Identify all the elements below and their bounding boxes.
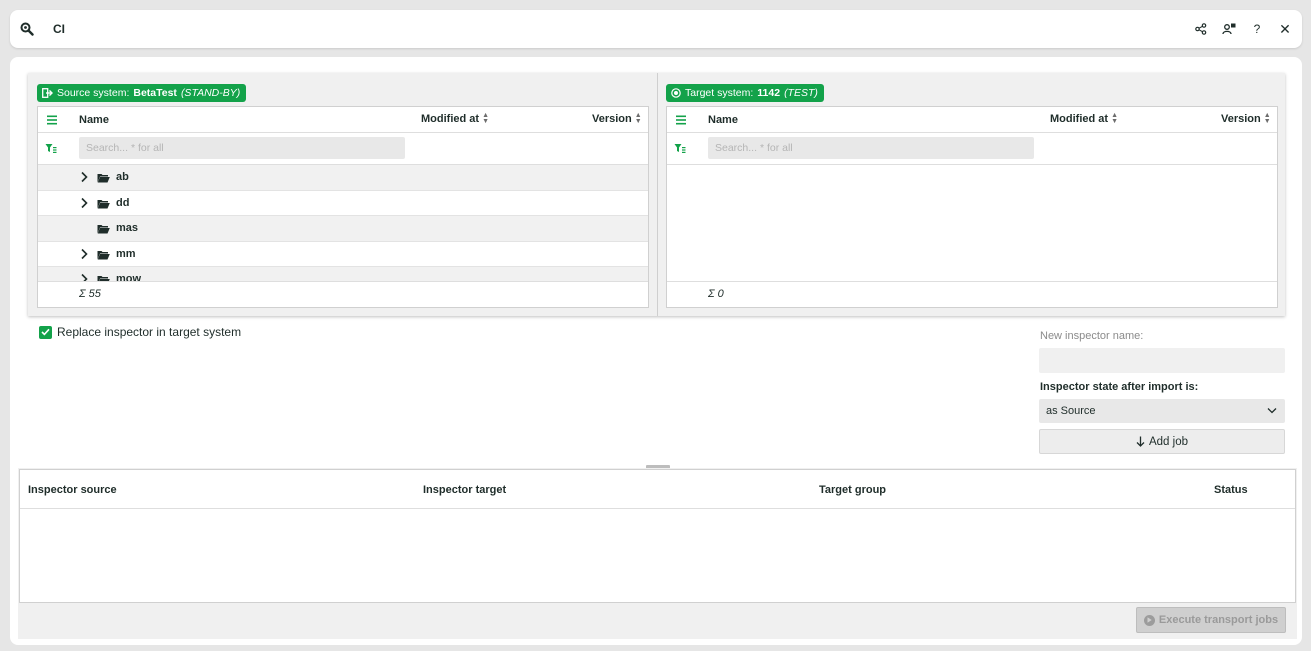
new-inspector-name-label: New inspector name: <box>1040 330 1144 342</box>
source-system-badge: Source system: BetaTest (STAND-BY) <box>37 84 247 102</box>
column-header-inspector-target[interactable]: Inspector target <box>423 484 506 496</box>
chevron-down-icon <box>1267 408 1277 414</box>
target-sum: Σ 0 <box>708 288 724 300</box>
column-header-version[interactable]: Version ▲ ▼ <box>592 112 642 125</box>
inspector-state-select[interactable]: as Source <box>1039 399 1285 423</box>
target-badge-label: Target system: <box>685 87 754 99</box>
chevron-right-icon[interactable] <box>80 197 88 209</box>
chevron-right-icon[interactable] <box>80 273 88 281</box>
page-title: CI <box>53 22 65 36</box>
sort-icon[interactable]: ▲ ▼ <box>482 112 489 125</box>
source-pane: Source system: BetaTest (STAND-BY) Name … <box>28 73 657 316</box>
tree-row[interactable]: mow <box>38 267 648 281</box>
column-header-name[interactable]: Name <box>708 114 738 126</box>
header-bar: CI ? ✕ <box>10 10 1302 48</box>
exit-icon <box>42 88 53 98</box>
sort-icon[interactable]: ▲ ▼ <box>635 112 642 125</box>
column-header-version[interactable]: Version ▲ ▼ <box>1221 112 1271 125</box>
source-grid: Name Modified at▲▼ Version▲▼ ab dd mas mm mo… <box>37 106 649 308</box>
tree-row[interactable]: ab <box>38 165 648 191</box>
add-job-button[interactable]: Add job <box>1039 429 1285 454</box>
close-icon[interactable]: ✕ <box>1276 20 1294 38</box>
user-settings-icon[interactable] <box>1220 20 1238 38</box>
folder-open-icon <box>97 225 110 234</box>
column-header-status[interactable]: Status <box>1214 484 1248 496</box>
replace-label: Replace inspector in target system <box>57 325 242 339</box>
filter-icon[interactable] <box>674 143 686 155</box>
column-header-target-group[interactable]: Target group <box>819 484 886 496</box>
tree-row-label: mas <box>116 222 139 235</box>
target-pane: Target system: 1142 (TEST) Name Modified… <box>658 73 1285 316</box>
target-filter-row <box>667 133 1277 165</box>
target-system-badge: Target system: 1142 (TEST) <box>666 84 824 102</box>
tree-row[interactable]: mm <box>38 242 648 268</box>
replace-inspector-option[interactable]: Replace inspector in target system <box>39 325 241 339</box>
execute-transport-jobs-button[interactable]: Execute transport jobs <box>1136 607 1286 633</box>
play-icon <box>1143 614 1155 626</box>
jobs-area: Inspector source Inspector target Target… <box>18 468 1297 639</box>
source-system-state: (STAND-BY) <box>180 87 241 99</box>
column-menu-icon[interactable] <box>46 114 58 126</box>
new-inspector-name-input[interactable] <box>1039 348 1285 373</box>
filter-icon[interactable] <box>45 143 57 155</box>
column-header-inspector-source[interactable]: Inspector source <box>28 484 117 496</box>
column-header-name[interactable]: Name <box>79 114 109 126</box>
search-icon[interactable] <box>20 22 34 36</box>
target-system-state: (TEST) <box>784 87 818 99</box>
source-system-name: BetaTest <box>133 87 177 99</box>
source-sum: Σ 55 <box>79 288 101 300</box>
folder-open-icon <box>97 250 110 260</box>
folder-open-icon <box>97 174 110 183</box>
column-header-modified[interactable]: Modified at ▲ ▼ <box>421 112 489 125</box>
target-grid: Name Modified at▲▼ Version▲▼ Σ 0 <box>666 106 1278 308</box>
add-job-label: Add job <box>1148 435 1188 448</box>
source-tree: ab dd mas mm mow <box>38 165 648 281</box>
tree-row-label: ab <box>116 171 129 183</box>
folder-open-icon <box>97 199 110 209</box>
systems-area: Source system: BetaTest (STAND-BY) Name … <box>28 73 1285 316</box>
inspector-state-value: as Source <box>1046 405 1096 417</box>
header-actions: ? ✕ <box>1192 20 1294 38</box>
source-badge-label: Source system: <box>57 87 130 99</box>
jobs-table-header: Inspector source Inspector target Target… <box>20 470 1295 509</box>
main-panel: Source system: BetaTest (STAND-BY) Name … <box>10 57 1302 645</box>
tree-row-label: dd <box>116 196 130 209</box>
jobs-table: Inspector source Inspector target Target… <box>19 469 1296 603</box>
target-grid-header: Name Modified at ▲ ▼ Version ▲ ▼ <box>667 107 1277 133</box>
execute-label: Execute transport jobs <box>1158 614 1279 626</box>
source-filter-row <box>38 133 648 165</box>
inspector-state-label: Inspector state after import is: <box>1040 381 1199 393</box>
share-icon[interactable] <box>1192 20 1210 38</box>
column-header-modified[interactable]: Modified at ▲ ▼ <box>1050 112 1118 125</box>
help-icon[interactable]: ? <box>1248 20 1266 38</box>
replace-checkbox[interactable] <box>39 325 52 339</box>
chevron-right-icon[interactable] <box>80 248 88 260</box>
sort-icon[interactable]: ▲ ▼ <box>1264 112 1271 125</box>
source-search-input[interactable] <box>79 137 405 159</box>
column-menu-icon[interactable] <box>675 114 687 126</box>
tree-row[interactable]: mas <box>38 216 648 242</box>
target-icon <box>671 88 681 98</box>
target-system-name: 1142 <box>757 87 781 99</box>
source-grid-footer: Σ 55 <box>38 281 648 307</box>
arrow-down-icon <box>1136 436 1145 447</box>
sort-icon[interactable]: ▲ ▼ <box>1111 112 1118 125</box>
source-grid-header: Name Modified at ▲ ▼ Version ▲ ▼ <box>38 107 648 133</box>
target-grid-footer: Σ 0 <box>667 281 1277 307</box>
target-search-input[interactable] <box>708 137 1034 159</box>
chevron-right-icon[interactable] <box>80 171 88 183</box>
tree-row-label: mm <box>116 247 136 260</box>
tree-row[interactable]: dd <box>38 191 648 217</box>
target-tree <box>667 165 1277 281</box>
tree-row-label: mow <box>116 273 142 281</box>
